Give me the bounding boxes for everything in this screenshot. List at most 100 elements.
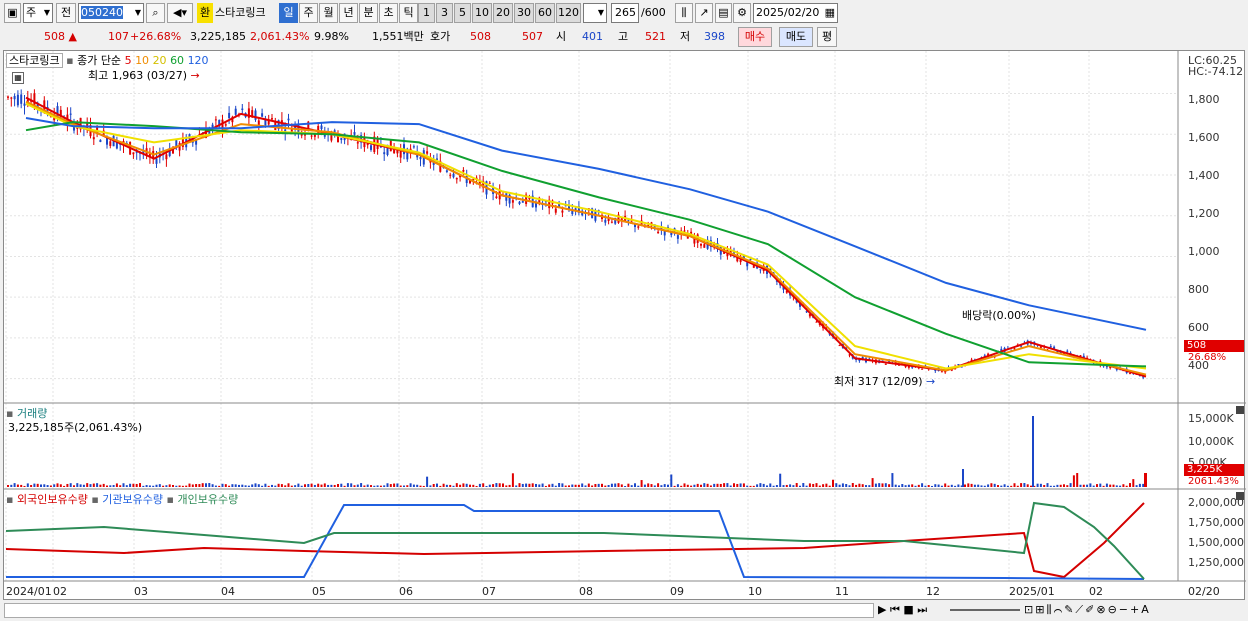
horizontal-scrollbar[interactable] — [4, 603, 874, 618]
volume-bar — [63, 485, 66, 487]
volume-bar — [1138, 483, 1141, 487]
rewind-icon[interactable]: ⏮ — [890, 603, 900, 616]
volume-bar — [614, 483, 617, 487]
unit-1-button[interactable]: 1 — [418, 3, 435, 23]
period-second-button[interactable]: 초 — [379, 3, 398, 23]
volume-bar — [386, 483, 389, 487]
trend-icon[interactable]: ⟋ — [1075, 603, 1085, 616]
volume-bar — [152, 485, 155, 487]
zoom-slider[interactable] — [950, 609, 1020, 611]
stop-icon[interactable]: ■ — [903, 603, 913, 616]
panel-menu-icon[interactable]: ▦ — [12, 72, 24, 84]
volume-bar — [33, 483, 36, 487]
minus-icon[interactable]: − — [1119, 603, 1130, 616]
gear-icon[interactable]: ⚙ — [733, 3, 751, 23]
candle-icon[interactable]: ⫼ — [675, 3, 693, 23]
magnet-icon[interactable]: ⊗ — [1096, 603, 1107, 616]
period-minute-button[interactable]: 분 — [359, 3, 378, 23]
chevron-down-icon: ▼ — [597, 8, 604, 17]
font-icon[interactable]: A — [1141, 603, 1151, 616]
volume-bar — [907, 484, 910, 487]
volume-bar — [934, 484, 937, 487]
scroll-bar: ▶ ⏮ ■ ⏭ ⊡⊞⫼⌒✎⟋✐⊗⊖−+A — [0, 600, 1248, 621]
volume-bar — [412, 484, 415, 487]
volume-bar — [241, 484, 244, 487]
bar-count-input[interactable]: 265 — [611, 3, 639, 23]
draw-icon[interactable]: ✎ — [1064, 603, 1075, 616]
volume-bar — [640, 480, 643, 487]
unit-30-button[interactable]: 30 — [514, 3, 534, 23]
layout-icon[interactable]: ▣ — [4, 3, 21, 23]
nav-controls[interactable]: ▶ ⏮ ■ ⏭ — [878, 603, 927, 617]
candle-icon[interactable]: ⫼ — [1046, 603, 1053, 616]
zoom-out-icon[interactable]: ⊖ — [1108, 603, 1119, 616]
unit-custom-select[interactable]: ▼ — [583, 3, 607, 23]
tool-icons[interactable]: ⊡⊞⫼⌒✎⟋✐⊗⊖−+A — [1024, 603, 1151, 617]
jeon-button[interactable]: 전 — [56, 3, 76, 23]
plus-icon[interactable]: + — [1130, 603, 1141, 616]
chevron-down-icon: ▼ — [134, 8, 141, 17]
volume-bar — [703, 483, 706, 487]
volume-bar — [181, 485, 184, 487]
period-week-button[interactable]: 주 — [299, 3, 318, 23]
ma-line-60 — [25, 121, 1147, 368]
volume-bar — [46, 485, 49, 487]
crosshair-icon[interactable]: ⊡ — [1024, 603, 1035, 616]
even-button[interactable]: 평 — [817, 27, 837, 47]
volume-bar — [211, 484, 214, 487]
pencil-icon[interactable]: ✐ — [1085, 603, 1096, 616]
stock-code-input[interactable]: 050240 ▼ — [78, 3, 144, 23]
unit-60-button[interactable]: 60 — [535, 3, 555, 23]
save-icon[interactable]: ▤ — [715, 3, 732, 23]
volume-bar — [205, 483, 207, 487]
volume-bar — [251, 484, 254, 487]
chart-icon[interactable]: ↗ — [695, 3, 713, 23]
unit-20-button[interactable]: 20 — [493, 3, 513, 23]
candle-body — [759, 269, 762, 271]
search-icon[interactable]: ⌕ — [146, 3, 165, 23]
period-day-button[interactable]: 일 — [279, 3, 298, 23]
period-year-button[interactable]: 년 — [339, 3, 358, 23]
unit-3-button[interactable]: 3 — [436, 3, 453, 23]
unit-120-button[interactable]: 120 — [556, 3, 581, 23]
close-panel-icon[interactable] — [1236, 492, 1244, 500]
layout-icon[interactable]: ⊞ — [1035, 603, 1046, 616]
sell-button[interactable]: 매도 — [779, 27, 813, 47]
speaker-icon[interactable]: ◀▾ — [167, 3, 193, 23]
volume-bar — [106, 485, 108, 487]
chart-area[interactable]: 스타코링크 ▪ 종가 단순 5 10 20 60 120 ▦ 최고 1,963 … — [3, 50, 1246, 600]
volume-spike — [962, 469, 964, 487]
volume-bar — [379, 485, 382, 487]
volume-bar — [587, 483, 590, 487]
volume-bar — [719, 483, 722, 487]
candle-body — [462, 169, 465, 172]
volume-bar — [841, 483, 844, 487]
candle-body — [637, 226, 640, 228]
date-input[interactable]: 2025/02/20 ▦ — [753, 3, 838, 23]
volume-bar — [416, 484, 419, 487]
unit-5-button[interactable]: 5 — [454, 3, 471, 23]
forward-icon[interactable]: ⏭ — [917, 603, 927, 616]
buy-button[interactable]: 매수 — [738, 27, 772, 47]
trade-amount: 1,551백만 — [372, 30, 424, 43]
next-icon[interactable]: ▶ — [878, 603, 886, 616]
current-price: 508 ▲ — [44, 30, 77, 43]
period-month-button[interactable]: 월 — [319, 3, 338, 23]
x-label: 08 — [579, 585, 593, 598]
candle-body — [10, 97, 13, 99]
unit-10-button[interactable]: 10 — [472, 3, 492, 23]
volume-bar — [290, 485, 293, 487]
volume-bar — [452, 485, 455, 487]
period-tick-button[interactable]: 틱 — [399, 3, 418, 23]
candle-body — [957, 364, 960, 366]
volume-bar — [535, 483, 537, 487]
quote-bar: 508 ▲ 107 +26.68% 3,225,185 2,061.43% 9.… — [0, 27, 1248, 49]
currency-badge[interactable]: 환 — [197, 3, 213, 23]
volume-bar — [162, 485, 165, 487]
volume-spike — [1032, 416, 1034, 487]
line-icon[interactable]: ⌒ — [1054, 603, 1065, 616]
market-type-select[interactable]: 주 ▼ — [23, 3, 53, 23]
volume-bar — [495, 483, 498, 487]
candle-body — [234, 108, 237, 115]
close-panel-icon[interactable] — [1236, 406, 1244, 414]
